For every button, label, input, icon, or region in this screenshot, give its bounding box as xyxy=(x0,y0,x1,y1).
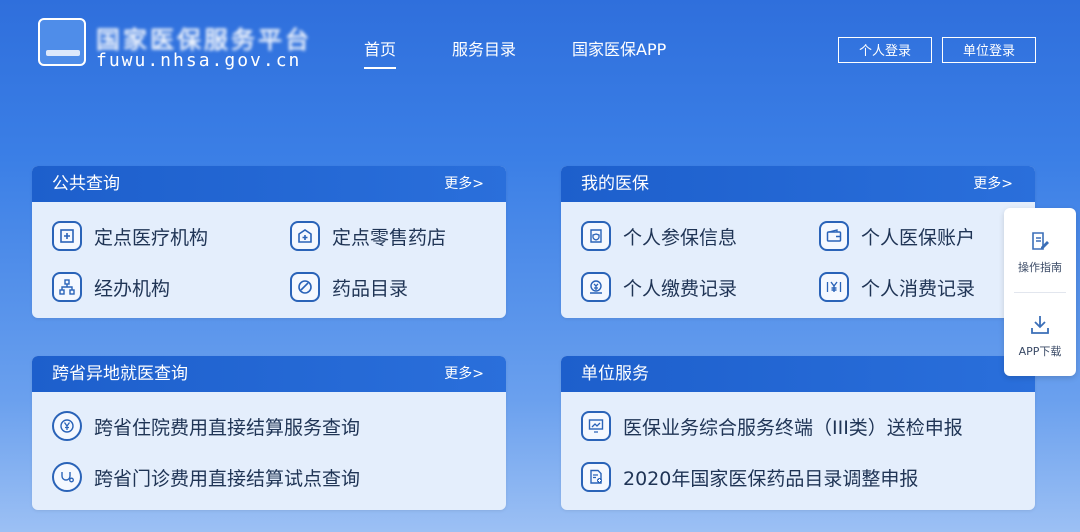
item-label: 经办机构 xyxy=(94,277,171,300)
card-unit-service: 单位服务 医保业务综合服务终端（III类）送检申报 2020年国家医保药品目录调… xyxy=(561,356,1035,510)
yuan-receipt-icon xyxy=(819,272,849,302)
pharmacy-icon xyxy=(290,221,320,251)
hospital-icon xyxy=(52,221,82,251)
item-label: 个人消费记录 xyxy=(861,277,976,300)
item-label: 跨省门诊费用直接结算试点查询 xyxy=(94,467,361,490)
logo-mark xyxy=(46,50,80,56)
guide-doc-icon xyxy=(1032,232,1049,250)
item-label: 定点医疗机构 xyxy=(94,226,209,249)
card-title: 单位服务 xyxy=(581,364,649,384)
item-label: 医保业务综合服务终端（III类）送检申报 xyxy=(623,416,963,439)
doc-plus-icon xyxy=(581,462,611,492)
item-label: 定点零售药店 xyxy=(332,226,447,249)
more-link[interactable]: 更多> xyxy=(973,166,1013,202)
service-payment-record[interactable]: 个人缴费记录 xyxy=(581,270,737,304)
card-header: 公共查询 更多> xyxy=(32,166,506,202)
download-icon xyxy=(1031,316,1049,334)
operation-guide-button[interactable]: 操作指南 xyxy=(1004,230,1076,275)
nav-home[interactable]: 首页 xyxy=(364,36,397,69)
more-link[interactable]: 更多> xyxy=(444,166,484,202)
monitor-chart-icon xyxy=(581,411,611,441)
item-label: 跨省住院费用直接结算服务查询 xyxy=(94,416,361,439)
service-personal-account[interactable]: 个人医保账户 xyxy=(819,219,975,253)
payment-icon xyxy=(581,272,611,302)
card-public-query: 公共查询 更多> 定点医疗机构 定点零售药店 经办机构 药品目录 xyxy=(32,166,506,318)
unit-login-button[interactable]: 单位登录 xyxy=(942,37,1036,63)
app-download-button[interactable]: APP下载 xyxy=(1004,314,1076,359)
item-label: 个人参保信息 xyxy=(623,226,738,249)
top-header: 国家医保服务平台 fuwu.nhsa.gov.cn 首页 服务目录 国家医保AP… xyxy=(0,0,1080,100)
org-chart-icon xyxy=(52,272,82,302)
card-header: 跨省异地就医查询 更多> xyxy=(32,356,506,392)
pill-icon xyxy=(290,272,320,302)
site-title: 国家医保服务平台 xyxy=(96,26,312,54)
item-label: 个人医保账户 xyxy=(861,226,976,249)
service-designated-pharmacy[interactable]: 定点零售药店 xyxy=(290,219,446,253)
card-header: 单位服务 xyxy=(561,356,1035,392)
item-label: 个人缴费记录 xyxy=(623,277,738,300)
service-personal-insurance-info[interactable]: 个人参保信息 xyxy=(581,219,737,253)
card-title: 公共查询 xyxy=(52,174,120,194)
card-title: 我的医保 xyxy=(581,174,649,194)
service-terminal-inspection[interactable]: 医保业务综合服务终端（III类）送检申报 xyxy=(581,409,963,443)
item-label: 药品目录 xyxy=(332,277,409,300)
service-cross-province-outpatient[interactable]: 跨省门诊费用直接结算试点查询 xyxy=(52,460,360,494)
card-title: 跨省异地就医查询 xyxy=(52,364,188,384)
stethoscope-icon xyxy=(52,462,82,492)
card-header: 我的医保 更多> xyxy=(561,166,1035,202)
nav-national-app[interactable]: 国家医保APP xyxy=(572,36,666,60)
side-divider xyxy=(1014,292,1066,293)
more-link[interactable]: 更多> xyxy=(444,356,484,392)
service-drug-catalog[interactable]: 药品目录 xyxy=(290,270,408,304)
service-designated-hospital[interactable]: 定点医疗机构 xyxy=(52,219,208,253)
service-consumption-record[interactable]: 个人消费记录 xyxy=(819,270,975,304)
service-drug-catalog-adjustment[interactable]: 2020年国家医保药品目录调整申报 xyxy=(581,460,918,494)
wallet-icon xyxy=(819,221,849,251)
service-handling-agency[interactable]: 经办机构 xyxy=(52,270,170,304)
site-logo[interactable] xyxy=(38,18,86,66)
site-domain: fuwu.nhsa.gov.cn xyxy=(96,50,302,71)
nav-service-catalog[interactable]: 服务目录 xyxy=(452,36,516,60)
card-my-insurance: 我的医保 更多> 个人参保信息 个人医保账户 个人缴费记录 个人消费记录 xyxy=(561,166,1035,318)
side-label: APP下载 xyxy=(1018,345,1062,358)
side-label: 操作指南 xyxy=(1018,261,1062,274)
yuan-badge-icon xyxy=(52,411,82,441)
personal-login-button[interactable]: 个人登录 xyxy=(838,37,932,63)
item-label: 2020年国家医保药品目录调整申报 xyxy=(623,467,919,490)
floating-side-panel: 操作指南 APP下载 xyxy=(1004,208,1076,376)
shield-doc-icon xyxy=(581,221,611,251)
card-cross-province: 跨省异地就医查询 更多> 跨省住院费用直接结算服务查询 跨省门诊费用直接结算试点… xyxy=(32,356,506,510)
service-cross-province-inpatient[interactable]: 跨省住院费用直接结算服务查询 xyxy=(52,409,360,443)
